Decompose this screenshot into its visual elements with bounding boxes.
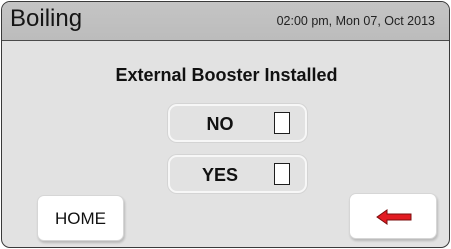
left-arrow-shape <box>376 209 412 225</box>
page-title: Boiling <box>10 5 83 32</box>
yes-checkbox[interactable] <box>274 163 290 185</box>
no-checkbox[interactable] <box>274 112 290 134</box>
screen: Boiling 02:00 pm, Mon 07, Oct 2013 Exter… <box>0 0 451 249</box>
left-arrow-icon <box>376 209 412 225</box>
main-panel: Boiling 02:00 pm, Mon 07, Oct 2013 Exter… <box>1 1 450 248</box>
option-no-label: NO <box>206 114 234 134</box>
option-no[interactable]: NO <box>168 104 307 142</box>
date-time-display: 02:00 pm, Mon 07, Oct 2013 <box>276 14 435 28</box>
option-yes[interactable]: YES <box>168 155 307 193</box>
home-button[interactable]: HOME <box>37 195 124 241</box>
title-bar: Boiling 02:00 pm, Mon 07, Oct 2013 <box>2 2 449 41</box>
section-heading: External Booster Installed <box>115 65 338 85</box>
option-yes-label: YES <box>201 165 239 185</box>
back-button[interactable] <box>349 193 437 239</box>
home-button-label: HOME <box>55 209 106 228</box>
